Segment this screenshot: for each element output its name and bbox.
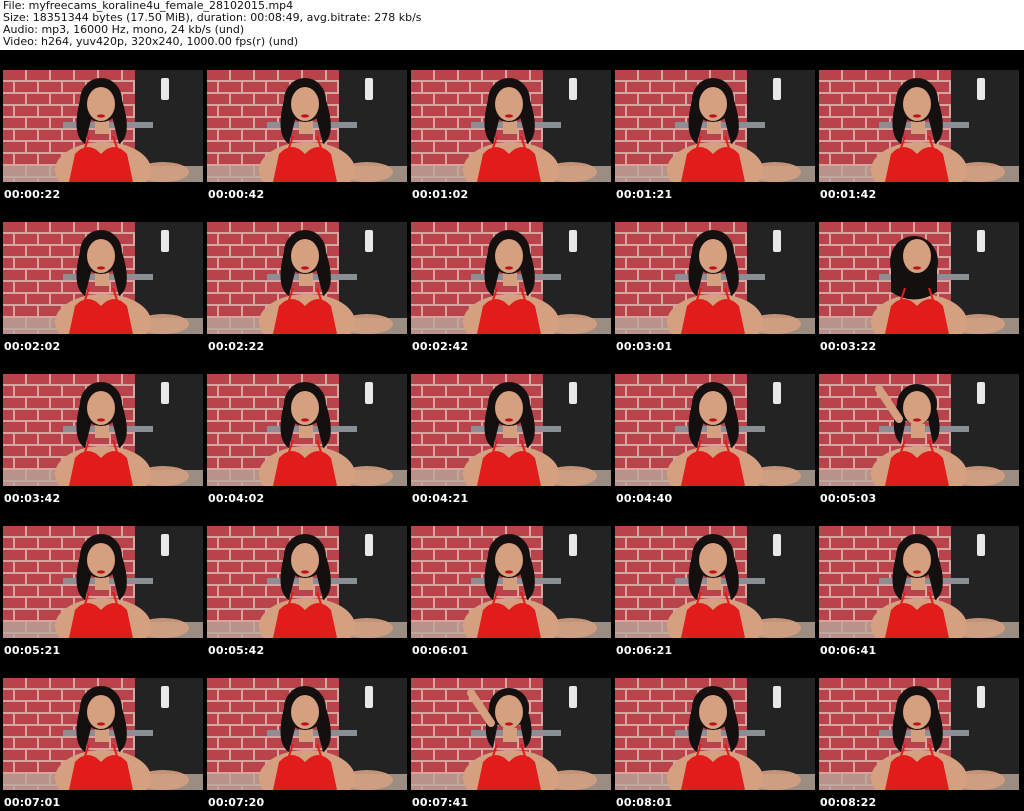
video-frame-image — [819, 526, 1019, 638]
thumbnail-cell: 00:03:22 — [817, 202, 1021, 354]
thumbnail-cell: 00:02:22 — [205, 202, 409, 354]
video-frame-image — [615, 70, 815, 182]
thumbnail-cell: 00:07:20 — [205, 658, 409, 810]
thumbnail-cell: 00:02:42 — [409, 202, 613, 354]
video-frame-image — [615, 678, 815, 790]
frame-timestamp: 00:02:42 — [412, 340, 469, 353]
video-frame-image — [819, 374, 1019, 486]
video-frame-image — [411, 70, 611, 182]
thumbnail-cell: 00:01:21 — [613, 50, 817, 202]
thumbnail-cell: 00:06:01 — [409, 506, 613, 658]
video-frame-image — [3, 526, 203, 638]
thumbnail-cell: 00:08:22 — [817, 658, 1021, 810]
frame-timestamp: 00:01:42 — [820, 188, 877, 201]
frame-timestamp: 00:04:02 — [208, 492, 265, 505]
thumbnail-cell: 00:06:21 — [613, 506, 817, 658]
video-frame-image — [615, 222, 815, 334]
video-frame-image — [207, 70, 407, 182]
video-frame-image — [3, 374, 203, 486]
video-frame-image — [3, 70, 203, 182]
video-frame-image — [207, 222, 407, 334]
thumbnail-cell: 00:04:21 — [409, 354, 613, 506]
video-frame-image — [819, 678, 1019, 790]
frame-timestamp: 00:08:22 — [820, 796, 877, 809]
thumbnail-cell: 00:03:42 — [1, 354, 205, 506]
video-frame-image — [615, 374, 815, 486]
frame-timestamp: 00:05:21 — [4, 644, 61, 657]
frame-timestamp: 00:05:42 — [208, 644, 265, 657]
video-frame-image — [819, 222, 1019, 334]
video-frame-image — [3, 678, 203, 790]
video-frame-image — [3, 222, 203, 334]
video-frame-image — [411, 374, 611, 486]
frame-timestamp: 00:00:22 — [4, 188, 61, 201]
thumbnail-cell: 00:06:41 — [817, 506, 1021, 658]
thumbnail-cell: 00:03:01 — [613, 202, 817, 354]
video-frame-image — [411, 526, 611, 638]
video-frame-image — [615, 526, 815, 638]
thumbnail-cell: 00:01:02 — [409, 50, 613, 202]
frame-timestamp: 00:00:42 — [208, 188, 265, 201]
thumbnail-cell: 00:07:41 — [409, 658, 613, 810]
frame-timestamp: 00:07:41 — [412, 796, 469, 809]
frame-timestamp: 00:03:01 — [616, 340, 673, 353]
thumbnail-cell: 00:08:01 — [613, 658, 817, 810]
thumbnail-cell: 00:00:42 — [205, 50, 409, 202]
thumbnail-cell: 00:01:42 — [817, 50, 1021, 202]
frame-timestamp: 00:08:01 — [616, 796, 673, 809]
video-frame-image — [207, 526, 407, 638]
frame-timestamp: 00:04:40 — [616, 492, 673, 505]
frame-timestamp: 00:02:22 — [208, 340, 265, 353]
frame-timestamp: 00:05:03 — [820, 492, 877, 505]
video-info-line: Video: h264, yuv420p, 320x240, 1000.00 f… — [3, 35, 299, 48]
frame-timestamp: 00:03:22 — [820, 340, 877, 353]
frame-timestamp: 00:06:01 — [412, 644, 469, 657]
video-frame-image — [411, 222, 611, 334]
video-frame-image — [411, 678, 611, 790]
frame-timestamp: 00:02:02 — [4, 340, 61, 353]
frame-timestamp: 00:07:20 — [208, 796, 265, 809]
video-frame-image — [207, 678, 407, 790]
info-header: File: myfreecams_koraline4u_female_28102… — [0, 0, 1024, 50]
thumbnail-cell: 00:05:42 — [205, 506, 409, 658]
thumbnail-cell: 00:00:22 — [1, 50, 205, 202]
thumbnail-cell: 00:05:03 — [817, 354, 1021, 506]
thumbnail-cell: 00:02:02 — [1, 202, 205, 354]
video-frame-image — [207, 374, 407, 486]
thumbnail-cell: 00:05:21 — [1, 506, 205, 658]
frame-timestamp: 00:06:41 — [820, 644, 877, 657]
frame-timestamp: 00:03:42 — [4, 492, 61, 505]
frame-timestamp: 00:07:01 — [4, 796, 61, 809]
thumbnail-cell: 00:04:40 — [613, 354, 817, 506]
thumbnail-grid: 00:00:22 00:00:42 00:01:02 00:01:21 00:0… — [0, 50, 1024, 811]
frame-timestamp: 00:01:21 — [616, 188, 673, 201]
frame-timestamp: 00:06:21 — [616, 644, 673, 657]
frame-timestamp: 00:01:02 — [412, 188, 469, 201]
frame-timestamp: 00:04:21 — [412, 492, 469, 505]
thumbnail-cell: 00:07:01 — [1, 658, 205, 810]
thumbnail-cell: 00:04:02 — [205, 354, 409, 506]
video-frame-image — [819, 70, 1019, 182]
